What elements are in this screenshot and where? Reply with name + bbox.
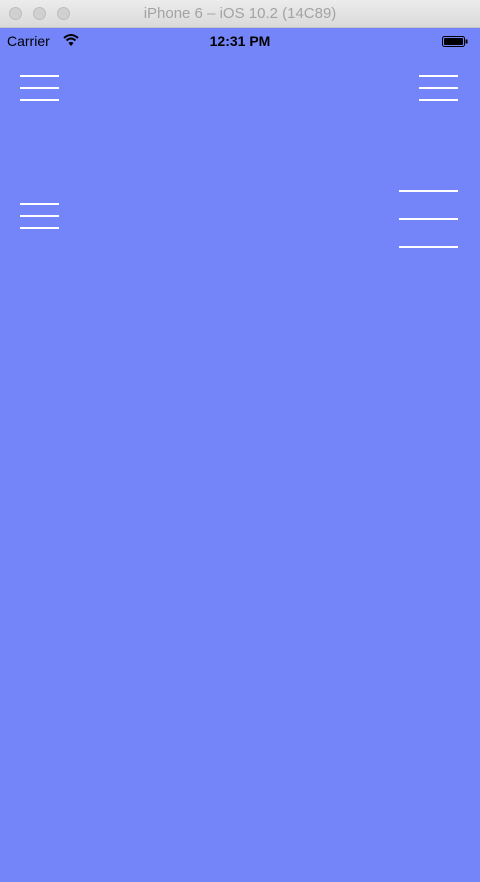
simulator-window: iPhone 6 – iOS 10.2 (14C89) Carrier 12:3… [0,0,480,882]
phone-screen: Carrier 12:31 PM [0,28,480,882]
menu-line [399,246,458,248]
menu-button-top-left[interactable] [20,75,59,101]
menu-line [399,218,458,220]
status-bar: Carrier 12:31 PM [0,28,480,54]
menu-line [419,75,458,77]
window-titlebar: iPhone 6 – iOS 10.2 (14C89) [0,0,480,28]
menu-button-top-right[interactable] [419,75,458,101]
menu-line [20,203,59,205]
menu-line [20,75,59,77]
menu-line [20,87,59,89]
menu-line [20,215,59,217]
menu-button-middle-right[interactable] [399,190,458,248]
menu-line [20,99,59,101]
menu-line [399,190,458,192]
window-title: iPhone 6 – iOS 10.2 (14C89) [143,5,337,22]
menu-button-middle-left[interactable] [20,203,59,229]
menu-line [419,99,458,101]
menu-line [419,87,458,89]
battery-icon [442,36,468,47]
status-time: 12:31 PM [209,33,271,49]
menu-line [20,227,59,229]
